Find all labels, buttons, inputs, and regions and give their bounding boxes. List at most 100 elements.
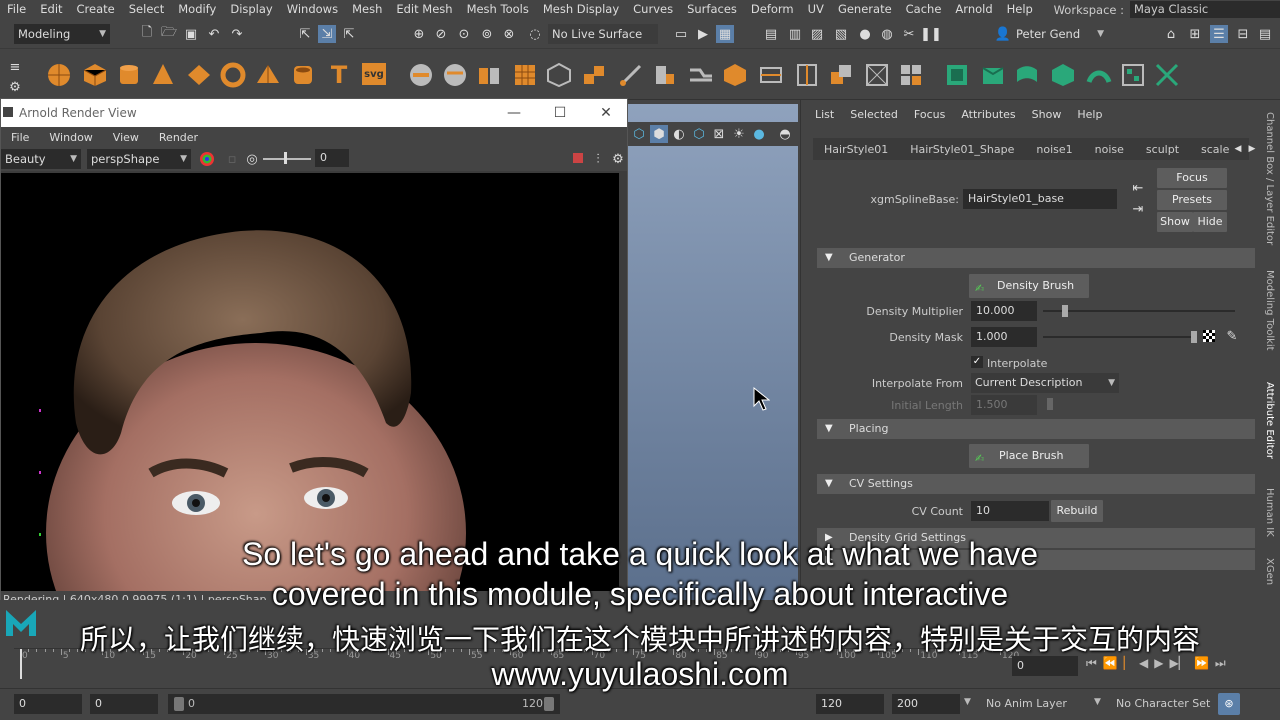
cylindrical-map-icon[interactable] bbox=[1014, 62, 1040, 88]
render-settings-icon[interactable]: ▧ bbox=[832, 25, 850, 43]
ae-menu-show[interactable]: Show bbox=[1032, 108, 1062, 121]
playback-start-field[interactable]: 0 bbox=[90, 694, 158, 714]
side-tab-modeling-toolkit[interactable]: Modeling Toolkit bbox=[1264, 270, 1275, 351]
menu-uv[interactable]: UV bbox=[801, 0, 831, 19]
menu-display[interactable]: Display bbox=[223, 0, 279, 19]
textured-icon[interactable]: ⬡ bbox=[690, 125, 708, 143]
density-multiplier-slider[interactable] bbox=[1043, 310, 1235, 312]
menu-arnold[interactable]: Arnold bbox=[948, 0, 999, 19]
menu-deform[interactable]: Deform bbox=[744, 0, 801, 19]
menu-cache[interactable]: Cache bbox=[899, 0, 949, 19]
poly-sphere-icon[interactable] bbox=[46, 62, 72, 88]
poly-cylinder-icon[interactable] bbox=[116, 62, 142, 88]
exposure-slider-knob[interactable] bbox=[284, 152, 287, 164]
camera-dropdown[interactable]: perspShape ▼ bbox=[87, 149, 191, 169]
save-scene-icon[interactable]: ▣ bbox=[182, 25, 200, 43]
tab-scroll-right-icon[interactable]: ▶ bbox=[1243, 140, 1261, 158]
interpolate-from-dropdown[interactable]: Current Description ▼ bbox=[971, 373, 1119, 393]
insert-edge-loop-icon[interactable] bbox=[794, 62, 820, 88]
menu-create[interactable]: Create bbox=[70, 0, 122, 19]
cut-uv-icon[interactable] bbox=[1154, 62, 1180, 88]
exposure-field[interactable]: 0 bbox=[315, 149, 349, 167]
ae-tab-sculpt[interactable]: sculpt bbox=[1135, 143, 1190, 156]
poly-cube-icon[interactable] bbox=[82, 62, 108, 88]
window-titlebar[interactable]: Arnold Render View — ☐ ✕ bbox=[1, 99, 627, 127]
snap-surface-icon[interactable]: ⊗ bbox=[500, 25, 518, 43]
menu-file[interactable]: File bbox=[0, 0, 33, 19]
menu-modify[interactable]: Modify bbox=[171, 0, 223, 19]
planar-map-icon[interactable] bbox=[980, 62, 1006, 88]
range-slider-start-handle[interactable] bbox=[174, 697, 184, 711]
menu-surfaces[interactable]: Surfaces bbox=[680, 0, 744, 19]
menu-select[interactable]: Select bbox=[122, 0, 171, 19]
auto-key-icon[interactable]: ⊛ bbox=[1218, 693, 1240, 715]
smooth-icon[interactable] bbox=[512, 62, 538, 88]
bridge-icon[interactable] bbox=[688, 62, 714, 88]
density-mask-field[interactable]: 1.000 bbox=[971, 327, 1037, 347]
render-frame-icon[interactable]: ▶ bbox=[694, 25, 712, 43]
poly-plane-icon[interactable] bbox=[186, 62, 212, 88]
type-tool-icon[interactable]: T bbox=[328, 61, 350, 89]
section-generator[interactable]: ▼ Generator bbox=[817, 248, 1255, 268]
render-setup-icon[interactable]: ◍ bbox=[878, 25, 896, 43]
density-multiplier-slider-knob[interactable] bbox=[1061, 305, 1068, 317]
shadows-icon[interactable]: ● bbox=[750, 125, 768, 143]
new-scene-icon[interactable]: 🗋 bbox=[138, 25, 156, 43]
section-cv-settings[interactable]: ▼ CV Settings bbox=[817, 474, 1255, 494]
section-placing[interactable]: ▼ Placing bbox=[817, 419, 1255, 439]
select-tool-icon[interactable]: ⇱ bbox=[296, 25, 314, 43]
poly-pipe-icon[interactable] bbox=[290, 62, 316, 88]
color-channels-icon[interactable] bbox=[199, 151, 215, 167]
modeling-toolkit-icon[interactable]: ⌂ bbox=[1162, 25, 1180, 43]
snap-point-icon[interactable]: ⊙ bbox=[455, 25, 473, 43]
cv-count-field[interactable]: 10 bbox=[971, 501, 1049, 521]
menu-curves[interactable]: Curves bbox=[626, 0, 680, 19]
pause-icon[interactable]: ❚❚ bbox=[920, 25, 942, 43]
smooth-shade-icon[interactable]: ◐ bbox=[670, 125, 688, 143]
stop-render-icon[interactable] bbox=[573, 153, 583, 163]
render-history-icon[interactable]: ▭ bbox=[672, 25, 690, 43]
range-slider-end-handle[interactable] bbox=[544, 697, 554, 711]
display-icon[interactable]: ▫ bbox=[223, 150, 241, 168]
exposure-icon[interactable]: ◎ bbox=[243, 150, 261, 168]
paint-icon[interactable]: ✎ bbox=[1223, 327, 1241, 345]
density-brush-button[interactable]: ✍ Density Brush bbox=[969, 274, 1089, 298]
undo-icon[interactable]: ↶ bbox=[205, 25, 223, 43]
range-slider[interactable]: 0 120 bbox=[168, 694, 560, 714]
side-tab-channel-box-layer-editor[interactable]: Channel Box / Layer Editor bbox=[1264, 112, 1275, 245]
render-view-icon[interactable]: ▦ bbox=[716, 25, 734, 43]
spline-base-field[interactable]: HairStyle01_base bbox=[963, 189, 1117, 209]
offset-edge-icon[interactable] bbox=[828, 62, 854, 88]
menu-edit-mesh[interactable]: Edit Mesh bbox=[389, 0, 459, 19]
automatic-map-icon[interactable] bbox=[1050, 62, 1076, 88]
texture-map-icon[interactable] bbox=[1203, 330, 1215, 342]
menu-help[interactable]: Help bbox=[1000, 0, 1040, 19]
wireframe-icon[interactable]: ⬢ bbox=[650, 125, 668, 143]
target-weld-icon[interactable] bbox=[864, 62, 890, 88]
density-mask-slider[interactable] bbox=[1043, 336, 1197, 338]
open-scene-icon[interactable]: 🗁 bbox=[160, 25, 178, 43]
snap-curve-icon[interactable]: ⊘ bbox=[432, 25, 450, 43]
focus-button[interactable]: Focus bbox=[1157, 168, 1227, 188]
end-time-field[interactable]: 200 bbox=[892, 694, 960, 714]
svg-tool-icon[interactable]: svg bbox=[362, 63, 386, 85]
combine-icon[interactable] bbox=[408, 62, 434, 88]
show-button[interactable]: Show bbox=[1157, 212, 1193, 232]
average-icon[interactable] bbox=[546, 62, 572, 88]
menu-mesh-tools[interactable]: Mesh Tools bbox=[460, 0, 536, 19]
xray-icon[interactable]: ⊠ bbox=[710, 125, 728, 143]
gear-icon[interactable]: ⚙ bbox=[609, 150, 627, 168]
menu-mesh[interactable]: Mesh bbox=[345, 0, 389, 19]
poly-torus-icon[interactable] bbox=[220, 62, 246, 88]
minimize-icon[interactable]: — bbox=[491, 103, 537, 123]
poly-cone-icon[interactable] bbox=[150, 62, 176, 88]
maximize-icon[interactable]: ☐ bbox=[537, 103, 583, 123]
layout-uv-icon[interactable] bbox=[1120, 62, 1146, 88]
chevron-down-icon[interactable]: ▼ bbox=[1094, 697, 1101, 707]
rebuild-button[interactable]: Rebuild bbox=[1051, 500, 1103, 522]
channel-box-icon[interactable]: ⊞ bbox=[1186, 25, 1204, 43]
user-icon[interactable]: 👤 bbox=[994, 25, 1012, 43]
initial-length-slider-knob[interactable] bbox=[1047, 398, 1053, 410]
snap-view-icon[interactable]: ⊚ bbox=[478, 25, 496, 43]
render-current-icon[interactable]: ▤ bbox=[762, 25, 780, 43]
